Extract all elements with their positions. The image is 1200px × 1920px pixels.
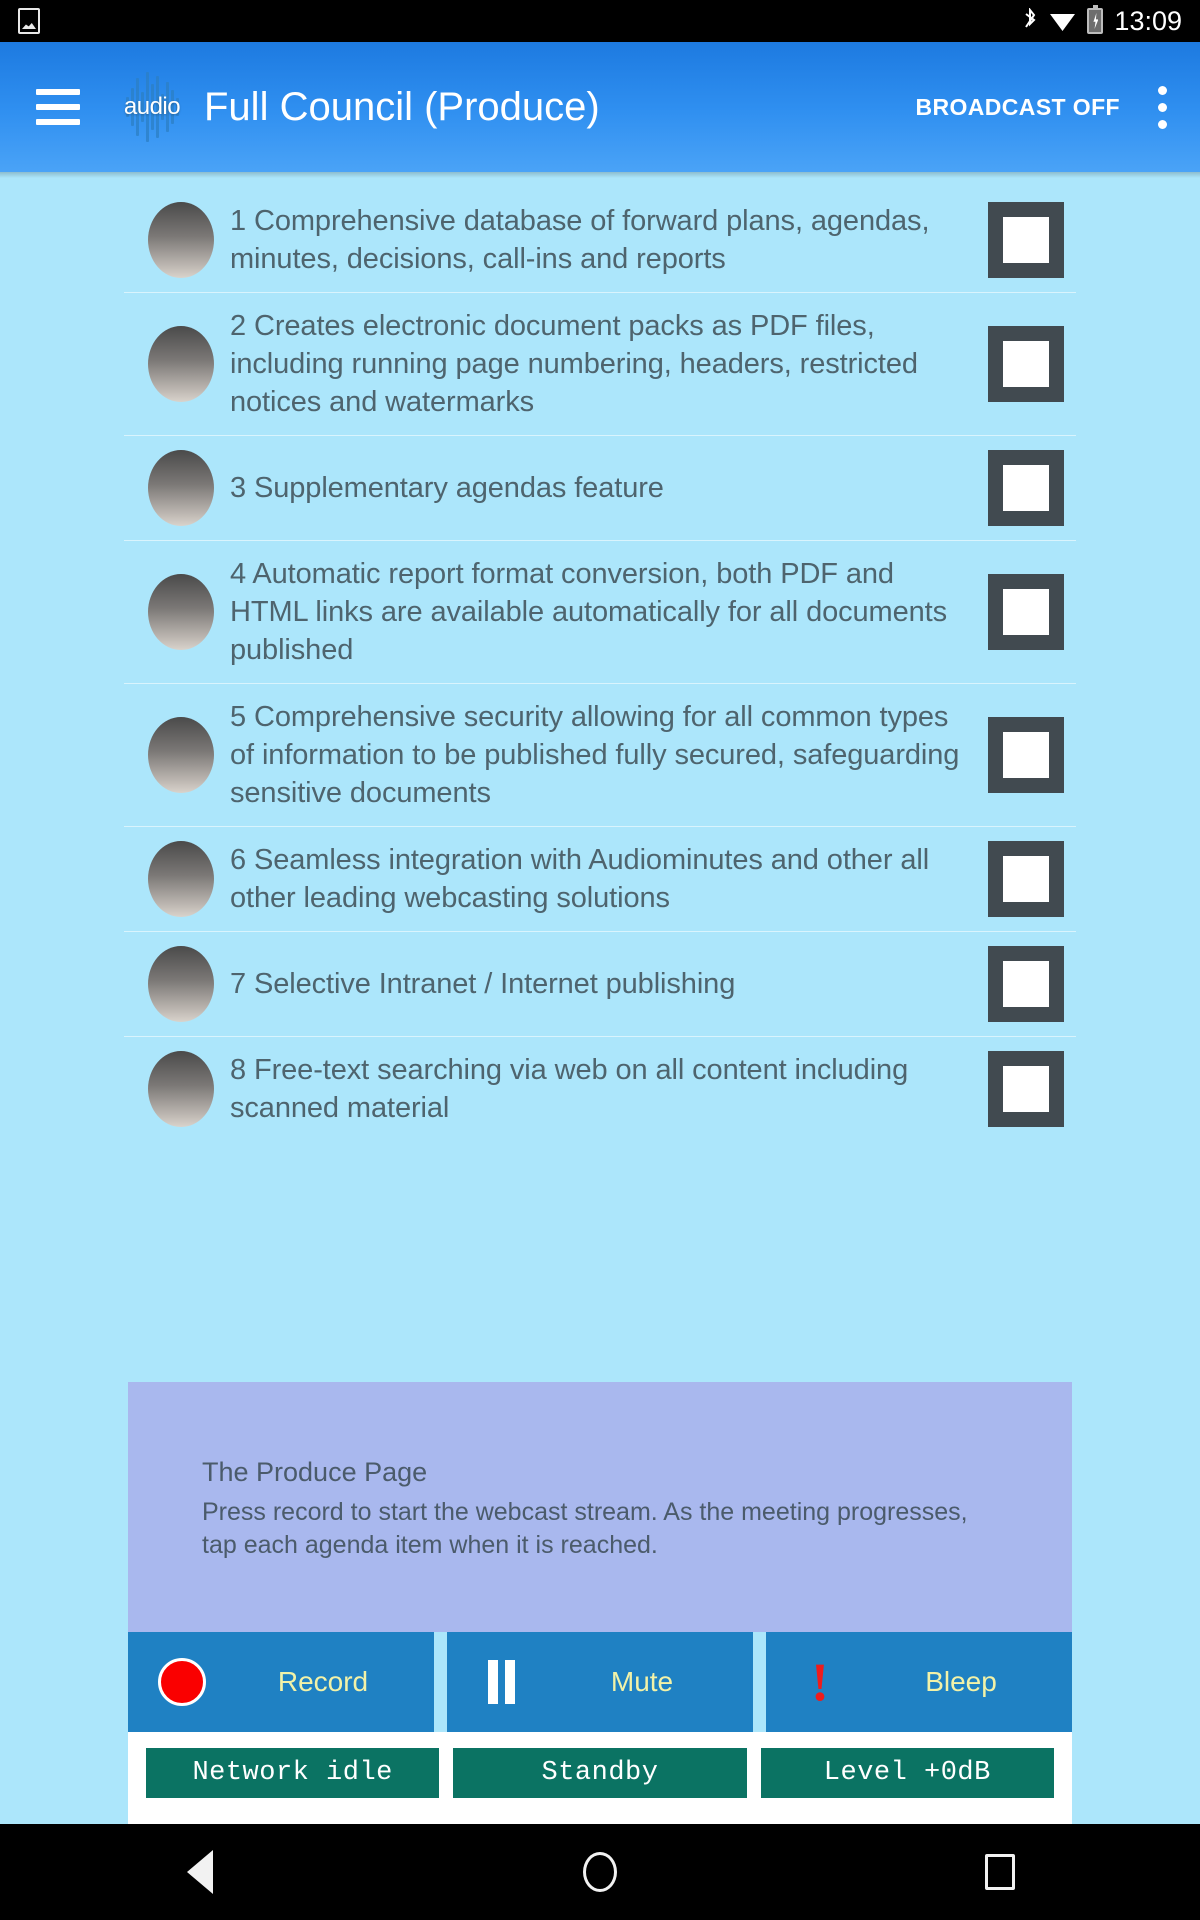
bleep-button[interactable]: ! Bleep [766, 1632, 1072, 1732]
action-icon-wrap [128, 1658, 236, 1706]
agenda-item-checkbox[interactable] [988, 946, 1064, 1022]
android-status-bar: 13:09 [0, 0, 1200, 42]
hamburger-bar [36, 119, 80, 125]
back-triangle-icon[interactable] [100, 1824, 300, 1920]
agenda-item-row[interactable]: 3 Supplementary agendas feature [124, 436, 1076, 541]
image-icon [18, 8, 40, 34]
bottom-control-card: The Produce Page Press record to start t… [128, 1382, 1072, 1824]
status-bar-left [18, 8, 40, 34]
agenda-item-label: 1 Comprehensive database of forward plan… [230, 205, 930, 275]
status-chip[interactable]: Standby [453, 1748, 747, 1798]
hamburger-menu-icon[interactable] [36, 89, 80, 125]
action-button-row: Record Mute! Bleep [128, 1632, 1072, 1732]
android-nav-bar [0, 1824, 1200, 1920]
agenda-item-bullet-icon [148, 202, 214, 278]
agenda-item-bullet-icon [148, 1051, 214, 1127]
action-icon-wrap: ! [766, 1652, 874, 1712]
exclamation-icon: ! [811, 1652, 829, 1712]
agenda-item-checkbox[interactable] [988, 841, 1064, 917]
agenda-item-label: 2 Creates electronic document packs as P… [230, 310, 918, 418]
agenda-item-row[interactable]: 1 Comprehensive database of forward plan… [124, 188, 1076, 293]
app-bar: audio Full Council (Produce) BROADCAST O… [0, 42, 1200, 172]
agenda-item-label: 4 Automatic report format conversion, bo… [230, 558, 948, 666]
logo-text: audio [123, 93, 181, 120]
agenda-item-label: 7 Selective Intranet / Internet publishi… [230, 968, 736, 1000]
status-chip[interactable]: Network idle [146, 1748, 440, 1798]
agenda-item-label: 3 Supplementary agendas feature [230, 472, 664, 504]
action-button-label: Mute [610, 1666, 674, 1697]
agenda-item-checkbox[interactable] [988, 574, 1064, 650]
wifi-icon [1049, 10, 1076, 32]
agenda-item-row[interactable]: 4 Automatic report format conversion, bo… [124, 541, 1076, 684]
agenda-item-row[interactable]: 2 Creates electronic document packs as P… [124, 293, 1076, 436]
agenda-item-checkbox[interactable] [988, 450, 1064, 526]
overflow-dot [1158, 102, 1167, 112]
agenda-item-bullet-icon [148, 841, 214, 917]
audiominutes-logo: audio [116, 68, 188, 146]
broadcast-status-button[interactable]: BROADCAST OFF [915, 94, 1120, 121]
record-button[interactable]: Record [128, 1632, 434, 1732]
status-bar-clock: 13:09 [1114, 5, 1182, 36]
agenda-item-list: 1 Comprehensive database of forward plan… [124, 178, 1076, 1141]
main-content: 1 Comprehensive database of forward plan… [0, 172, 1200, 1824]
agenda-item-row[interactable]: 8 Free-text searching via web on all con… [124, 1037, 1076, 1141]
agenda-item-label: 8 Free-text searching via web on all con… [230, 1054, 909, 1124]
more-vertical-icon[interactable] [1158, 80, 1172, 135]
record-circle-icon [158, 1658, 206, 1706]
battery-charging-icon [1087, 5, 1104, 34]
agenda-item-checkbox[interactable] [988, 326, 1064, 402]
status-chip-row: Network idle Standby Level +0dB [128, 1732, 1072, 1824]
action-button-label: Record [277, 1666, 369, 1697]
action-icon-wrap [447, 1660, 555, 1704]
action-button-label: Bleep [925, 1666, 997, 1697]
agenda-item-label: 6 Seamless integration with Audiominutes… [230, 844, 930, 914]
agenda-item-row[interactable]: 5 Comprehensive security allowing for al… [124, 684, 1076, 827]
info-panel-body: Press record to start the webcast stream… [202, 1498, 968, 1559]
agenda-item-bullet-icon [148, 717, 214, 793]
hamburger-bar [36, 104, 80, 110]
page-title: Full Council (Produce) [204, 84, 600, 129]
app-root: 13:09 audio Full Council (Produce) BROAD… [0, 0, 1200, 1920]
pause-bars-icon [487, 1660, 515, 1704]
mute-button[interactable]: Mute [447, 1632, 753, 1732]
overflow-dot [1158, 85, 1167, 95]
agenda-item-bullet-icon [148, 450, 214, 526]
agenda-item-row[interactable]: 6 Seamless integration with Audiominutes… [124, 827, 1076, 932]
info-panel-title: The Produce Page [202, 1457, 428, 1487]
overflow-dot [1158, 119, 1167, 129]
agenda-item-bullet-icon [148, 946, 214, 1022]
agenda-item-label: 5 Comprehensive security allowing for al… [230, 701, 960, 809]
status-chip[interactable]: Level +0dB [760, 1748, 1054, 1798]
agenda-item-checkbox[interactable] [988, 717, 1064, 793]
status-bar-right: 13:09 [1022, 5, 1182, 36]
agenda-item-checkbox[interactable] [988, 202, 1064, 278]
hamburger-bar [36, 89, 80, 95]
agenda-item-checkbox[interactable] [988, 1051, 1064, 1127]
agenda-item-bullet-icon [148, 574, 214, 650]
bluetooth-icon [1022, 8, 1038, 34]
agenda-item-row[interactable]: 7 Selective Intranet / Internet publishi… [124, 932, 1076, 1037]
home-circle-icon[interactable] [500, 1824, 700, 1920]
agenda-item-bullet-icon [148, 326, 214, 402]
recents-square-icon[interactable] [900, 1824, 1100, 1920]
info-panel: The Produce Page Press record to start t… [128, 1382, 1072, 1632]
